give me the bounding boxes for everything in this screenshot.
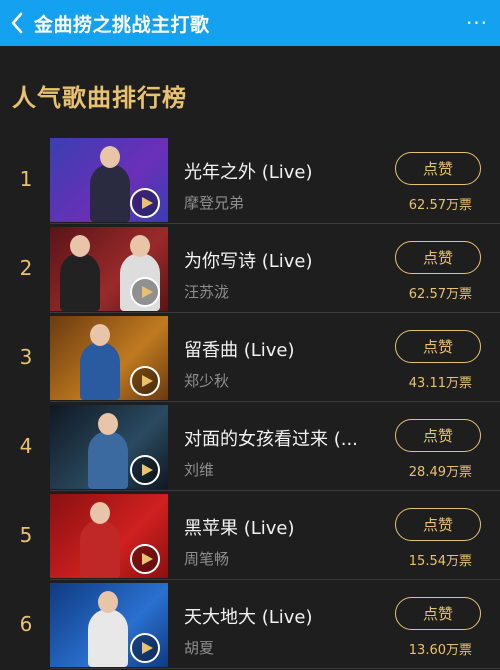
performer-head xyxy=(70,235,90,257)
rank-number: 3 xyxy=(19,345,33,369)
play-icon xyxy=(141,553,153,565)
like-button[interactable]: 点赞 xyxy=(395,152,481,185)
performer-head xyxy=(90,324,110,346)
list-item[interactable]: 4 对面的女孩看过来 (... 刘维 点赞 28.49万票 xyxy=(0,403,500,492)
performer-figure xyxy=(80,520,120,578)
artist-name: 刘维 xyxy=(184,461,215,479)
vote-count: 43.11万票 xyxy=(408,376,472,391)
app-header: 金曲捞之挑战主打歌 ··· xyxy=(0,0,500,46)
song-ranking-list: 1 光年之外 (Live) 摩登兄弟 点赞 62.57万票 2 为你写诗 (Live) 汪苏泷… xyxy=(0,136,500,670)
row-divider xyxy=(50,401,500,402)
song-thumbnail[interactable] xyxy=(50,227,168,311)
song-title[interactable]: 对面的女孩看过来 (... xyxy=(184,425,379,451)
like-button[interactable]: 点赞 xyxy=(395,330,481,363)
play-button[interactable] xyxy=(130,633,160,663)
play-button[interactable] xyxy=(130,544,160,574)
row-divider xyxy=(50,490,500,491)
song-thumbnail[interactable] xyxy=(50,494,168,578)
performer-head xyxy=(100,146,120,168)
list-item[interactable]: 2 为你写诗 (Live) 汪苏泷 点赞 62.57万票 xyxy=(0,225,500,314)
song-thumbnail[interactable] xyxy=(50,405,168,489)
song-title[interactable]: 光年之外 (Live) xyxy=(184,158,379,184)
play-button[interactable] xyxy=(130,277,160,307)
rank-number: 6 xyxy=(19,612,33,636)
performer-head xyxy=(98,591,118,613)
song-title[interactable]: 为你写诗 (Live) xyxy=(184,247,379,273)
back-button[interactable] xyxy=(0,0,34,46)
artist-name: 郑少秋 xyxy=(184,372,230,390)
list-item[interactable]: 1 光年之外 (Live) 摩登兄弟 点赞 62.57万票 xyxy=(0,136,500,225)
rank-number: 4 xyxy=(19,434,33,458)
artist-name: 汪苏泷 xyxy=(184,283,230,301)
more-options-button[interactable]: ··· xyxy=(454,0,500,46)
like-button[interactable]: 点赞 xyxy=(395,419,481,452)
performer-head xyxy=(130,235,150,257)
chevron-left-icon xyxy=(11,12,23,34)
like-button[interactable]: 点赞 xyxy=(395,508,481,541)
rank-number: 2 xyxy=(19,256,33,280)
artist-name: 周笔畅 xyxy=(184,550,230,568)
play-icon xyxy=(141,642,153,654)
performer-figure xyxy=(90,164,130,222)
play-icon xyxy=(141,286,153,298)
song-title[interactable]: 留香曲 (Live) xyxy=(184,336,379,362)
performer-figure xyxy=(60,253,100,311)
vote-count: 62.57万票 xyxy=(408,287,472,302)
performer-head xyxy=(98,413,118,435)
performer-figure xyxy=(80,342,120,400)
rank-number: 5 xyxy=(19,523,33,547)
artist-name: 摩登兄弟 xyxy=(184,194,245,212)
vote-count: 28.49万票 xyxy=(408,465,472,480)
vote-count: 13.60万票 xyxy=(408,643,472,658)
performer-figure xyxy=(88,431,128,489)
like-button[interactable]: 点赞 xyxy=(395,241,481,274)
play-button[interactable] xyxy=(130,366,160,396)
song-title[interactable]: 黑苹果 (Live) xyxy=(184,514,379,540)
list-item[interactable]: 6 天大地大 (Live) 胡夏 点赞 13.60万票 xyxy=(0,581,500,670)
list-item[interactable]: 3 留香曲 (Live) 郑少秋 点赞 43.11万票 xyxy=(0,314,500,403)
play-button[interactable] xyxy=(130,455,160,485)
list-item[interactable]: 5 黑苹果 (Live) 周笔畅 点赞 15.54万票 xyxy=(0,492,500,581)
performer-head xyxy=(90,502,110,524)
play-button[interactable] xyxy=(130,188,160,218)
play-icon xyxy=(141,464,153,476)
row-divider xyxy=(50,579,500,580)
vote-count: 62.57万票 xyxy=(408,198,472,213)
like-button[interactable]: 点赞 xyxy=(395,597,481,630)
artist-name: 胡夏 xyxy=(184,639,215,657)
play-icon xyxy=(141,375,153,387)
row-divider xyxy=(50,312,500,313)
song-title[interactable]: 天大地大 (Live) xyxy=(184,603,379,629)
song-thumbnail[interactable] xyxy=(50,138,168,222)
section-title: 人气歌曲排行榜 xyxy=(12,84,187,112)
rank-number: 1 xyxy=(19,167,33,191)
song-thumbnail[interactable] xyxy=(50,583,168,667)
performer-figure xyxy=(88,609,128,667)
page-title: 金曲捞之挑战主打歌 xyxy=(34,13,210,36)
row-divider xyxy=(50,223,500,224)
vote-count: 15.54万票 xyxy=(408,554,472,569)
song-thumbnail[interactable] xyxy=(50,316,168,400)
play-icon xyxy=(141,197,153,209)
